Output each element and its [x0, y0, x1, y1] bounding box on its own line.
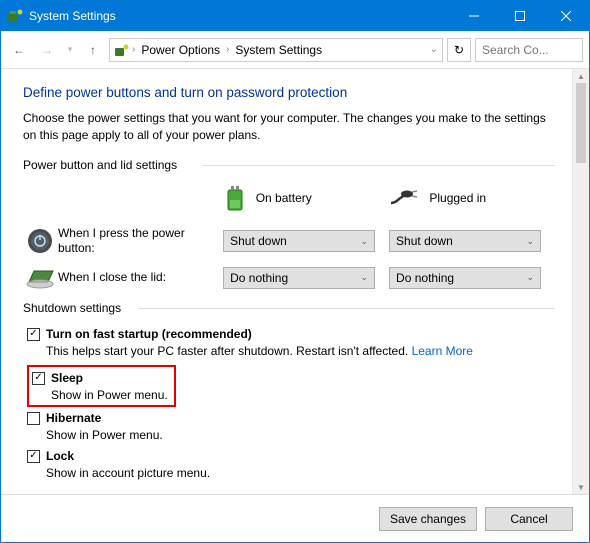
- chevron-down-icon: ⌄: [526, 236, 534, 247]
- lock-label: Lock: [46, 449, 74, 463]
- close-lid-battery-select[interactable]: Do nothing⌄: [223, 267, 375, 289]
- column-headers: On battery Plugged in: [23, 184, 555, 212]
- breadcrumb-system-settings[interactable]: System Settings: [231, 43, 326, 57]
- power-button-battery-select[interactable]: Shut down⌄: [223, 230, 375, 252]
- fast-startup-sub: This helps start your PC faster after sh…: [46, 344, 555, 358]
- chevron-right-icon: ›: [132, 44, 135, 55]
- group-power-button-lid: Power button and lid settings: [23, 158, 555, 172]
- chevron-right-icon: ›: [226, 44, 229, 55]
- maximize-button[interactable]: [497, 1, 543, 31]
- learn-more-link[interactable]: Learn More: [412, 344, 473, 358]
- minimize-button[interactable]: [451, 1, 497, 31]
- breadcrumb-icon: [114, 42, 130, 58]
- hibernate-sub: Show in Power menu.: [46, 428, 555, 442]
- fast-startup-label: Turn on fast startup (recommended): [46, 327, 252, 341]
- search-input[interactable]: [475, 38, 583, 62]
- close-lid-label: When I close the lid:: [58, 270, 223, 286]
- breadcrumb-power-options[interactable]: Power Options: [137, 43, 224, 57]
- app-icon: [7, 8, 23, 24]
- lock-checkbox[interactable]: ✓: [27, 450, 40, 463]
- lid-icon: [26, 267, 54, 289]
- window-title: System Settings: [29, 9, 451, 23]
- breadcrumb[interactable]: › Power Options › System Settings ⌄: [109, 38, 443, 62]
- fast-startup-checkbox[interactable]: ✓: [27, 328, 40, 341]
- power-button-plugged-select[interactable]: Shut down⌄: [389, 230, 541, 252]
- cancel-button[interactable]: Cancel: [485, 507, 573, 531]
- power-button-icon: [27, 228, 53, 254]
- intro-text: Choose the power settings that you want …: [23, 110, 555, 144]
- sleep-highlight: ✓ Sleep Show in Power menu.: [27, 365, 176, 407]
- titlebar: System Settings: [1, 1, 589, 31]
- chevron-down-icon[interactable]: ⌄: [430, 44, 438, 55]
- hibernate-label: Hibernate: [46, 411, 101, 425]
- page-heading: Define power buttons and turn on passwor…: [23, 85, 555, 100]
- battery-icon: [224, 184, 246, 212]
- hibernate-checkbox[interactable]: [27, 412, 40, 425]
- scroll-down-icon[interactable]: ▼: [573, 480, 589, 494]
- scroll-up-icon[interactable]: ▲: [573, 69, 589, 83]
- chevron-down-icon: ⌄: [361, 236, 369, 247]
- refresh-button[interactable]: ↻: [447, 38, 471, 62]
- vertical-scrollbar[interactable]: ▲ ▼: [572, 69, 589, 494]
- settings-window: System Settings ← → ▾ ↑ › Power Options …: [0, 0, 590, 543]
- content-area: Define power buttons and turn on passwor…: [1, 69, 589, 494]
- plug-icon: [389, 189, 419, 207]
- sleep-checkbox[interactable]: ✓: [32, 372, 45, 385]
- row-close-lid: When I close the lid: Do nothing⌄ Do not…: [23, 267, 555, 289]
- scroll-thumb[interactable]: [576, 83, 586, 163]
- column-plugged-label: Plugged in: [429, 191, 486, 205]
- toolbar: ← → ▾ ↑ › Power Options › System Setting…: [1, 31, 589, 69]
- power-button-label: When I press the power button:: [58, 226, 223, 257]
- group-shutdown: Shutdown settings: [23, 301, 555, 315]
- column-battery-label: On battery: [256, 191, 312, 205]
- close-button[interactable]: [543, 1, 589, 31]
- close-lid-plugged-select[interactable]: Do nothing⌄: [389, 267, 541, 289]
- back-button[interactable]: ←: [7, 38, 31, 62]
- save-changes-button[interactable]: Save changes: [379, 507, 477, 531]
- row-power-button: When I press the power button: Shut down…: [23, 226, 555, 257]
- footer: Save changes Cancel: [1, 494, 589, 542]
- lock-sub: Show in account picture menu.: [46, 466, 555, 480]
- sleep-sub: Show in Power menu.: [51, 388, 168, 402]
- chevron-down-icon: ⌄: [526, 272, 534, 283]
- chevron-down-icon: ⌄: [361, 272, 369, 283]
- forward-button[interactable]: →: [35, 38, 59, 62]
- up-button[interactable]: ↑: [81, 38, 105, 62]
- recent-dropdown[interactable]: ▾: [63, 38, 77, 62]
- sleep-label: Sleep: [51, 371, 83, 385]
